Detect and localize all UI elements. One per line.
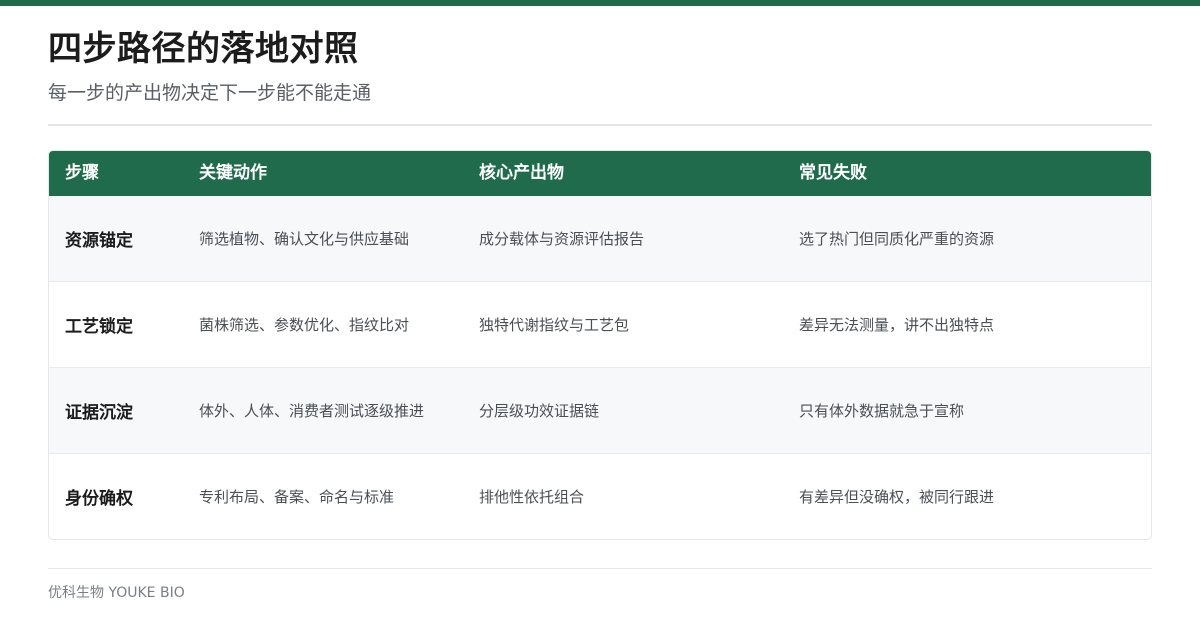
core-output: 分层级功效证据链	[479, 402, 600, 420]
step-name: 资源锚定	[65, 231, 133, 251]
table-row: 工艺锁定 菌株筛选、参数优化、指纹比对 独特代谢指纹与工艺包 差异无法测量，讲不…	[49, 282, 1151, 368]
common-failure: 差异无法测量，讲不出独特点	[799, 316, 995, 334]
table-row: 资源锚定 筛选植物、确认文化与供应基础 成分载体与资源评估报告 选了热门但同质化…	[49, 196, 1151, 282]
step-name: 证据沉淀	[65, 403, 133, 423]
column-header-output: 核心产出物	[479, 163, 564, 183]
core-output: 独特代谢指纹与工艺包	[479, 316, 630, 334]
key-action: 筛选植物、确认文化与供应基础	[199, 230, 410, 248]
common-failure: 选了热门但同质化严重的资源	[799, 230, 995, 248]
table-row: 证据沉淀 体外、人体、消费者测试逐级推进 分层级功效证据链 只有体外数据就急于宣…	[49, 368, 1151, 454]
column-header-step: 步骤	[65, 163, 99, 183]
core-output: 成分载体与资源评估报告	[479, 230, 645, 248]
core-output: 排他性依托组合	[479, 488, 585, 506]
key-action: 菌株筛选、参数优化、指纹比对	[199, 316, 410, 334]
common-failure: 只有体外数据就急于宣称	[799, 402, 965, 420]
step-name: 身份确权	[65, 489, 133, 509]
key-action: 体外、人体、消费者测试逐级推进	[199, 402, 425, 420]
step-name: 工艺锁定	[65, 317, 133, 337]
top-accent-bar	[0, 0, 1200, 6]
comparison-table: 步骤 关键动作 核心产出物 常见失败 资源锚定 筛选植物、确认文化与供应基础 成…	[48, 150, 1152, 540]
key-action: 专利布局、备案、命名与标准	[199, 488, 395, 506]
table-row: 身份确权 专利布局、备案、命名与标准 排他性依托组合 有差异但没确权，被同行跟进	[49, 454, 1151, 539]
footer-brand: 优科生物 YOUKE BIO	[48, 585, 185, 601]
header-divider	[48, 124, 1152, 126]
page-subtitle: 每一步的产出物决定下一步能不能走通	[48, 82, 372, 104]
column-header-failure: 常见失败	[799, 163, 867, 183]
common-failure: 有差异但没确权，被同行跟进	[799, 488, 995, 506]
table-header: 步骤 关键动作 核心产出物 常见失败	[49, 151, 1151, 196]
column-header-action: 关键动作	[199, 163, 267, 183]
footer-divider	[48, 568, 1152, 569]
page-title: 四步路径的落地对照	[48, 29, 359, 69]
